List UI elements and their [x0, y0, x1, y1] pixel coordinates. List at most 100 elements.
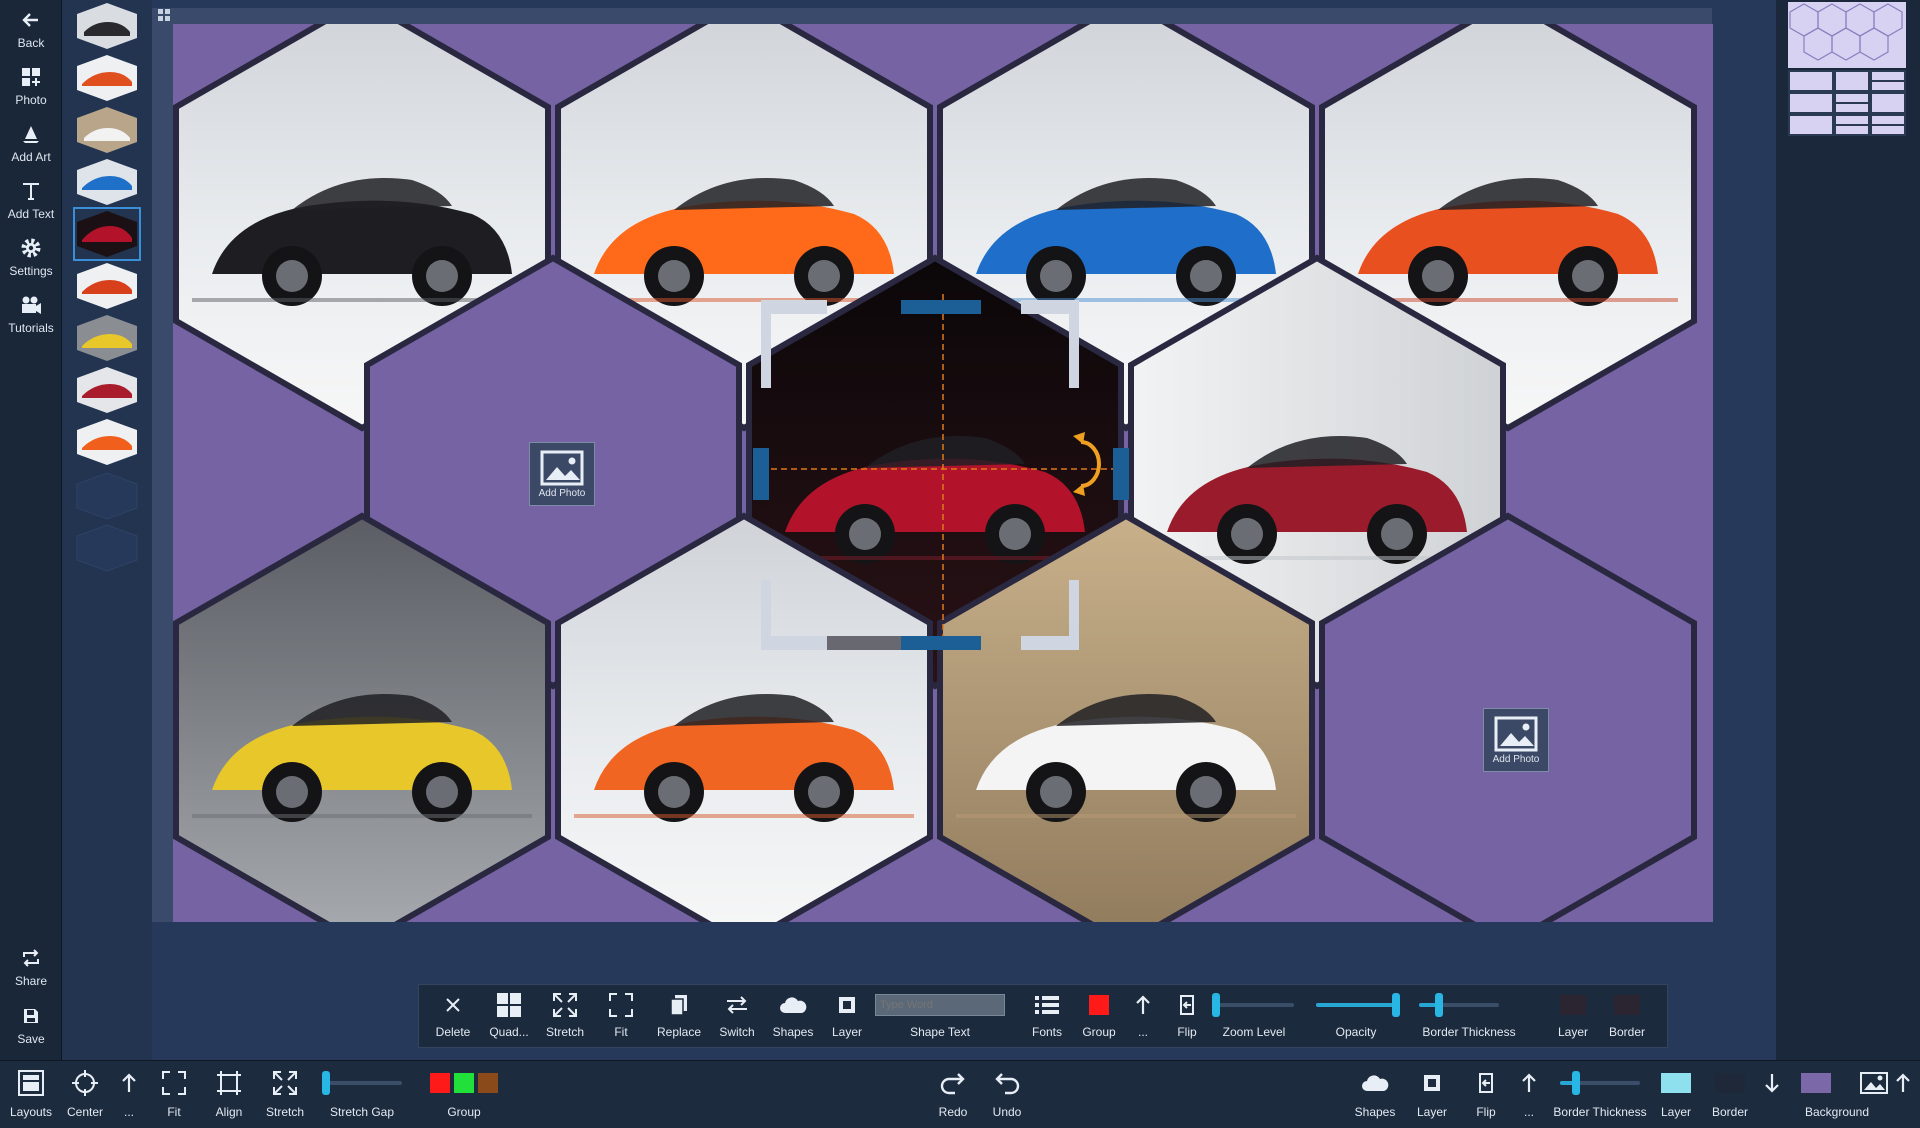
flip-button[interactable]: Flip — [1466, 1061, 1506, 1128]
canvas-grip-icon[interactable] — [157, 8, 171, 27]
photo-thumbnail[interactable] — [76, 158, 138, 206]
group-color-green[interactable] — [454, 1073, 474, 1093]
shapes-button[interactable]: Shapes — [1350, 1061, 1400, 1128]
photo-thumbnail[interactable] — [76, 106, 138, 154]
shapes-button[interactable]: Shapes — [767, 985, 819, 1049]
layer-button[interactable]: Layer — [1410, 1061, 1454, 1128]
stretch-gap-control[interactable]: Stretch Gap — [320, 1061, 404, 1128]
zoom-level-slider[interactable] — [1211, 993, 1294, 1017]
stretch-label: Stretch — [265, 1105, 304, 1119]
stretch-gap-label: Stretch Gap — [329, 1105, 395, 1119]
border-color-button[interactable]: Border — [1601, 985, 1653, 1049]
hex-layout-preview[interactable] — [1788, 2, 1906, 68]
border-label: Border — [1608, 1025, 1646, 1039]
empty-thumbnail-slot — [76, 472, 138, 520]
switch-button[interactable]: Switch — [711, 985, 763, 1049]
replace-label: Replace — [656, 1025, 702, 1039]
empty-thumbnail-slot — [76, 524, 138, 572]
photo-toolbar: Delete Quad... Stretch Fit Replace Switc… — [418, 984, 1668, 1048]
add-photo-button[interactable]: Add Photo — [529, 442, 595, 506]
photo-thumbnail-selected[interactable] — [73, 207, 141, 261]
crosshair-icon — [72, 1070, 98, 1096]
flip-icon — [1479, 1073, 1493, 1093]
undo-button[interactable]: Undo — [986, 1061, 1028, 1128]
layer-color-button[interactable]: Layer — [1549, 985, 1597, 1049]
center-button[interactable]: Center — [62, 1061, 108, 1128]
replace-button[interactable]: Replace — [651, 985, 707, 1049]
share-button[interactable]: Share — [0, 944, 62, 1000]
quad-label: Quad... — [489, 1025, 529, 1039]
more-options-button[interactable]: ... — [114, 1061, 144, 1128]
opacity-slider[interactable] — [1316, 993, 1400, 1017]
undo-label: Undo — [992, 1105, 1022, 1119]
fit-corners-icon — [609, 993, 633, 1017]
photo-thumbnail[interactable] — [76, 2, 138, 50]
photo-thumbnail[interactable] — [76, 54, 138, 102]
add-photo-button[interactable]: Add Photo — [1483, 708, 1549, 772]
flip-label: Flip — [1177, 1025, 1197, 1039]
opacity-control[interactable]: Opacity — [1311, 985, 1401, 1049]
image-placeholder-icon — [1494, 716, 1538, 751]
photo-button[interactable]: Photo — [0, 63, 62, 119]
add-text-button[interactable]: Add Text — [0, 177, 62, 233]
back-button[interactable]: Back — [0, 6, 62, 62]
border-thickness-slider[interactable] — [1560, 1071, 1640, 1095]
hex-layout — [173, 0, 1697, 948]
align-button[interactable]: Align — [208, 1061, 250, 1128]
fit-button[interactable]: Fit — [156, 1061, 192, 1128]
photo-thumbnail[interactable] — [76, 262, 138, 310]
layer-label: Layer — [831, 1025, 863, 1039]
more-options-button[interactable]: ... — [1514, 1061, 1544, 1128]
collage-canvas[interactable]: Add Photo Add Photo — [173, 0, 1713, 948]
shape-text-input[interactable] — [875, 994, 1005, 1016]
left-nav: Back Photo Add Art Add Text Settings Tut… — [0, 0, 62, 1128]
border-thickness-slider[interactable] — [1419, 993, 1499, 1017]
group-color-button[interactable]: Group — [1075, 985, 1123, 1049]
layer-label: Layer — [1416, 1105, 1448, 1119]
border-color-button[interactable]: Border — [1706, 1061, 1754, 1128]
group-color-red[interactable] — [430, 1073, 450, 1093]
more-label: ... — [123, 1105, 134, 1119]
delete-button[interactable]: Delete — [431, 985, 475, 1049]
share-label: Share — [14, 974, 48, 988]
save-button[interactable]: Save — [0, 1002, 62, 1058]
group-colors-control[interactable]: Group — [414, 1061, 514, 1128]
add-photo-label: Add Photo — [538, 487, 586, 499]
tutorials-label: Tutorials — [8, 321, 54, 335]
flip-button[interactable]: Flip — [1167, 985, 1207, 1049]
add-art-button[interactable]: Add Art — [0, 120, 62, 176]
shape-text-label: Shape Text — [910, 1025, 970, 1039]
settings-button[interactable]: Settings — [0, 234, 62, 290]
switch-arrows-icon — [727, 996, 747, 1014]
tutorials-button[interactable]: Tutorials — [0, 291, 62, 347]
group-color-brown[interactable] — [478, 1073, 498, 1093]
redo-button[interactable]: Redo — [932, 1061, 974, 1128]
layouts-button[interactable]: Layouts — [8, 1061, 54, 1128]
photo-thumbnail[interactable] — [76, 418, 138, 466]
stretch-button[interactable]: Stretch — [262, 1061, 308, 1128]
flip-icon — [1180, 995, 1194, 1015]
add-art-label: Add Art — [11, 150, 51, 164]
photo-thumbnail[interactable] — [76, 366, 138, 414]
zoom-level-control[interactable]: Zoom Level — [1209, 985, 1299, 1049]
zoom-level-label: Zoom Level — [1222, 1025, 1286, 1039]
layer-color-button[interactable]: Layer — [1656, 1061, 1696, 1128]
move-up-button[interactable] — [1890, 1061, 1916, 1128]
grid-layout-preview[interactable] — [1788, 70, 1906, 136]
photo-thumbnail-strip — [62, 0, 152, 1060]
border-thickness-control[interactable]: Border Thickness — [1407, 985, 1531, 1049]
fit-label: Fit — [614, 1025, 628, 1039]
quad-button[interactable]: Quad... — [485, 985, 533, 1049]
fonts-button[interactable]: Fonts — [1023, 985, 1071, 1049]
layer-button[interactable]: Layer — [823, 985, 871, 1049]
photo-thumbnail[interactable] — [76, 314, 138, 362]
arrow-down-icon — [1765, 1074, 1779, 1093]
center-label: Center — [66, 1105, 104, 1119]
border-thickness-control[interactable]: Border Thickness — [1548, 1061, 1652, 1128]
redo-arrow-icon — [940, 1073, 965, 1095]
fit-button[interactable]: Fit — [601, 985, 641, 1049]
stretch-gap-slider[interactable] — [322, 1071, 402, 1095]
fonts-label: Fonts — [1031, 1025, 1062, 1039]
more-options-button[interactable]: ... — [1127, 985, 1159, 1049]
stretch-button[interactable]: Stretch — [541, 985, 589, 1049]
